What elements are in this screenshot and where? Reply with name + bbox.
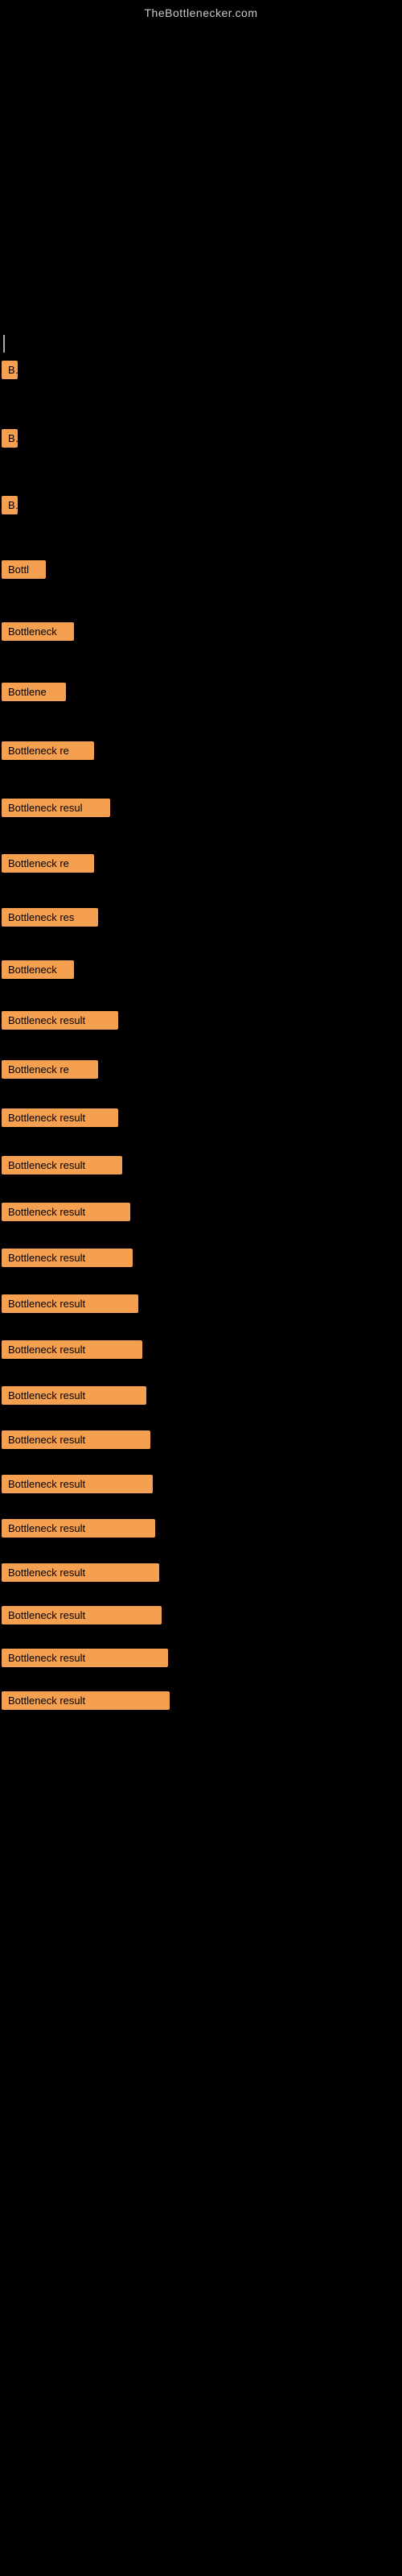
top-section <box>0 23 402 361</box>
spacer-24 <box>0 1539 402 1563</box>
result-row: Bottleneck resul <box>0 799 402 817</box>
result-row: Bottleneck result <box>0 1156 402 1174</box>
spacer-23 <box>0 1495 402 1519</box>
cursor-indicator <box>3 335 5 353</box>
site-title: TheBottlenecker.com <box>0 0 402 23</box>
result-row: B <box>0 429 402 448</box>
result-row: Bottleneck result <box>0 1606 402 1624</box>
result-row: Bottleneck result <box>0 1519 402 1538</box>
result-badge-9[interactable]: Bottleneck re <box>2 854 94 873</box>
result-badge-8[interactable]: Bottleneck resul <box>2 799 110 817</box>
result-badge-19[interactable]: Bottleneck result <box>2 1340 142 1359</box>
result-row: Bottleneck result <box>0 1649 402 1667</box>
result-row: Bottleneck <box>0 622 402 641</box>
result-badge-12[interactable]: Bottleneck result <box>2 1011 118 1030</box>
spacer-9 <box>0 819 402 854</box>
result-badge-25[interactable]: Bottleneck result <box>2 1606 162 1624</box>
spacer-11 <box>0 928 402 960</box>
result-badge-15[interactable]: Bottleneck result <box>2 1156 122 1174</box>
result-row: Bottleneck res <box>0 908 402 927</box>
result-row: Bottleneck result <box>0 1430 402 1449</box>
spacer-20 <box>0 1360 402 1386</box>
result-row: Bottleneck result <box>0 1691 402 1710</box>
spacer-16 <box>0 1176 402 1203</box>
result-row: Bottleneck <box>0 960 402 979</box>
spacer-17 <box>0 1223 402 1249</box>
spacer-18 <box>0 1269 402 1294</box>
spacer-14 <box>0 1080 402 1108</box>
result-badge-21[interactable]: Bottleneck result <box>2 1430 150 1449</box>
result-row: Bottleneck result <box>0 1249 402 1267</box>
spacer-22 <box>0 1451 402 1475</box>
result-row: Bottleneck result <box>0 1563 402 1582</box>
result-badge-26[interactable]: Bottleneck result <box>2 1649 168 1667</box>
spacer-6 <box>0 642 402 683</box>
results-container: B B B Bottl Bottleneck Bottlene Bottleneck re B… <box>0 361 402 1710</box>
spacer-12 <box>0 980 402 1011</box>
result-badge-20[interactable]: Bottleneck result <box>2 1386 146 1405</box>
result-badge-17[interactable]: Bottleneck result <box>2 1249 133 1267</box>
result-badge-23[interactable]: Bottleneck result <box>2 1519 155 1538</box>
result-badge-18[interactable]: Bottleneck result <box>2 1294 138 1313</box>
result-row: Bottleneck result <box>0 1108 402 1127</box>
spacer-7 <box>0 703 402 741</box>
spacer-25 <box>0 1583 402 1606</box>
result-row: Bottlene <box>0 683 402 701</box>
result-badge-16[interactable]: Bottleneck result <box>2 1203 130 1221</box>
spacer-3 <box>0 449 402 496</box>
spacer-15 <box>0 1129 402 1156</box>
result-badge-3[interactable]: B <box>2 496 18 514</box>
spacer-27 <box>0 1669 402 1691</box>
spacer-2 <box>0 381 402 429</box>
result-row: Bottleneck result <box>0 1386 402 1405</box>
spacer-10 <box>0 874 402 908</box>
result-row: Bottleneck re <box>0 1060 402 1079</box>
spacer-4 <box>0 516 402 560</box>
result-badge-6[interactable]: Bottlene <box>2 683 66 701</box>
spacer-26 <box>0 1626 402 1649</box>
result-row: Bottleneck re <box>0 854 402 873</box>
result-badge-24[interactable]: Bottleneck result <box>2 1563 159 1582</box>
spacer-8 <box>0 762 402 799</box>
result-row: Bottleneck result <box>0 1011 402 1030</box>
result-badge-7[interactable]: Bottleneck re <box>2 741 94 760</box>
result-badge-10[interactable]: Bottleneck res <box>2 908 98 927</box>
result-row: Bottleneck result <box>0 1294 402 1313</box>
result-row: Bottleneck result <box>0 1203 402 1221</box>
spacer-19 <box>0 1315 402 1340</box>
spacer-21 <box>0 1406 402 1430</box>
result-row: B <box>0 361 402 379</box>
spacer-13 <box>0 1031 402 1060</box>
result-badge-27[interactable]: Bottleneck result <box>2 1691 170 1710</box>
result-badge-1[interactable]: B <box>2 361 18 379</box>
result-badge-5[interactable]: Bottleneck <box>2 622 74 641</box>
result-row: Bottleneck result <box>0 1340 402 1359</box>
result-badge-11[interactable]: Bottleneck <box>2 960 74 979</box>
result-badge-13[interactable]: Bottleneck re <box>2 1060 98 1079</box>
result-badge-4[interactable]: Bottl <box>2 560 46 579</box>
result-row: Bottleneck re <box>0 741 402 760</box>
result-row: B <box>0 496 402 514</box>
result-badge-14[interactable]: Bottleneck result <box>2 1108 118 1127</box>
result-row: Bottl <box>0 560 402 579</box>
result-badge-2[interactable]: B <box>2 429 18 448</box>
result-row: Bottleneck result <box>0 1475 402 1493</box>
result-badge-22[interactable]: Bottleneck result <box>2 1475 153 1493</box>
spacer-5 <box>0 580 402 622</box>
